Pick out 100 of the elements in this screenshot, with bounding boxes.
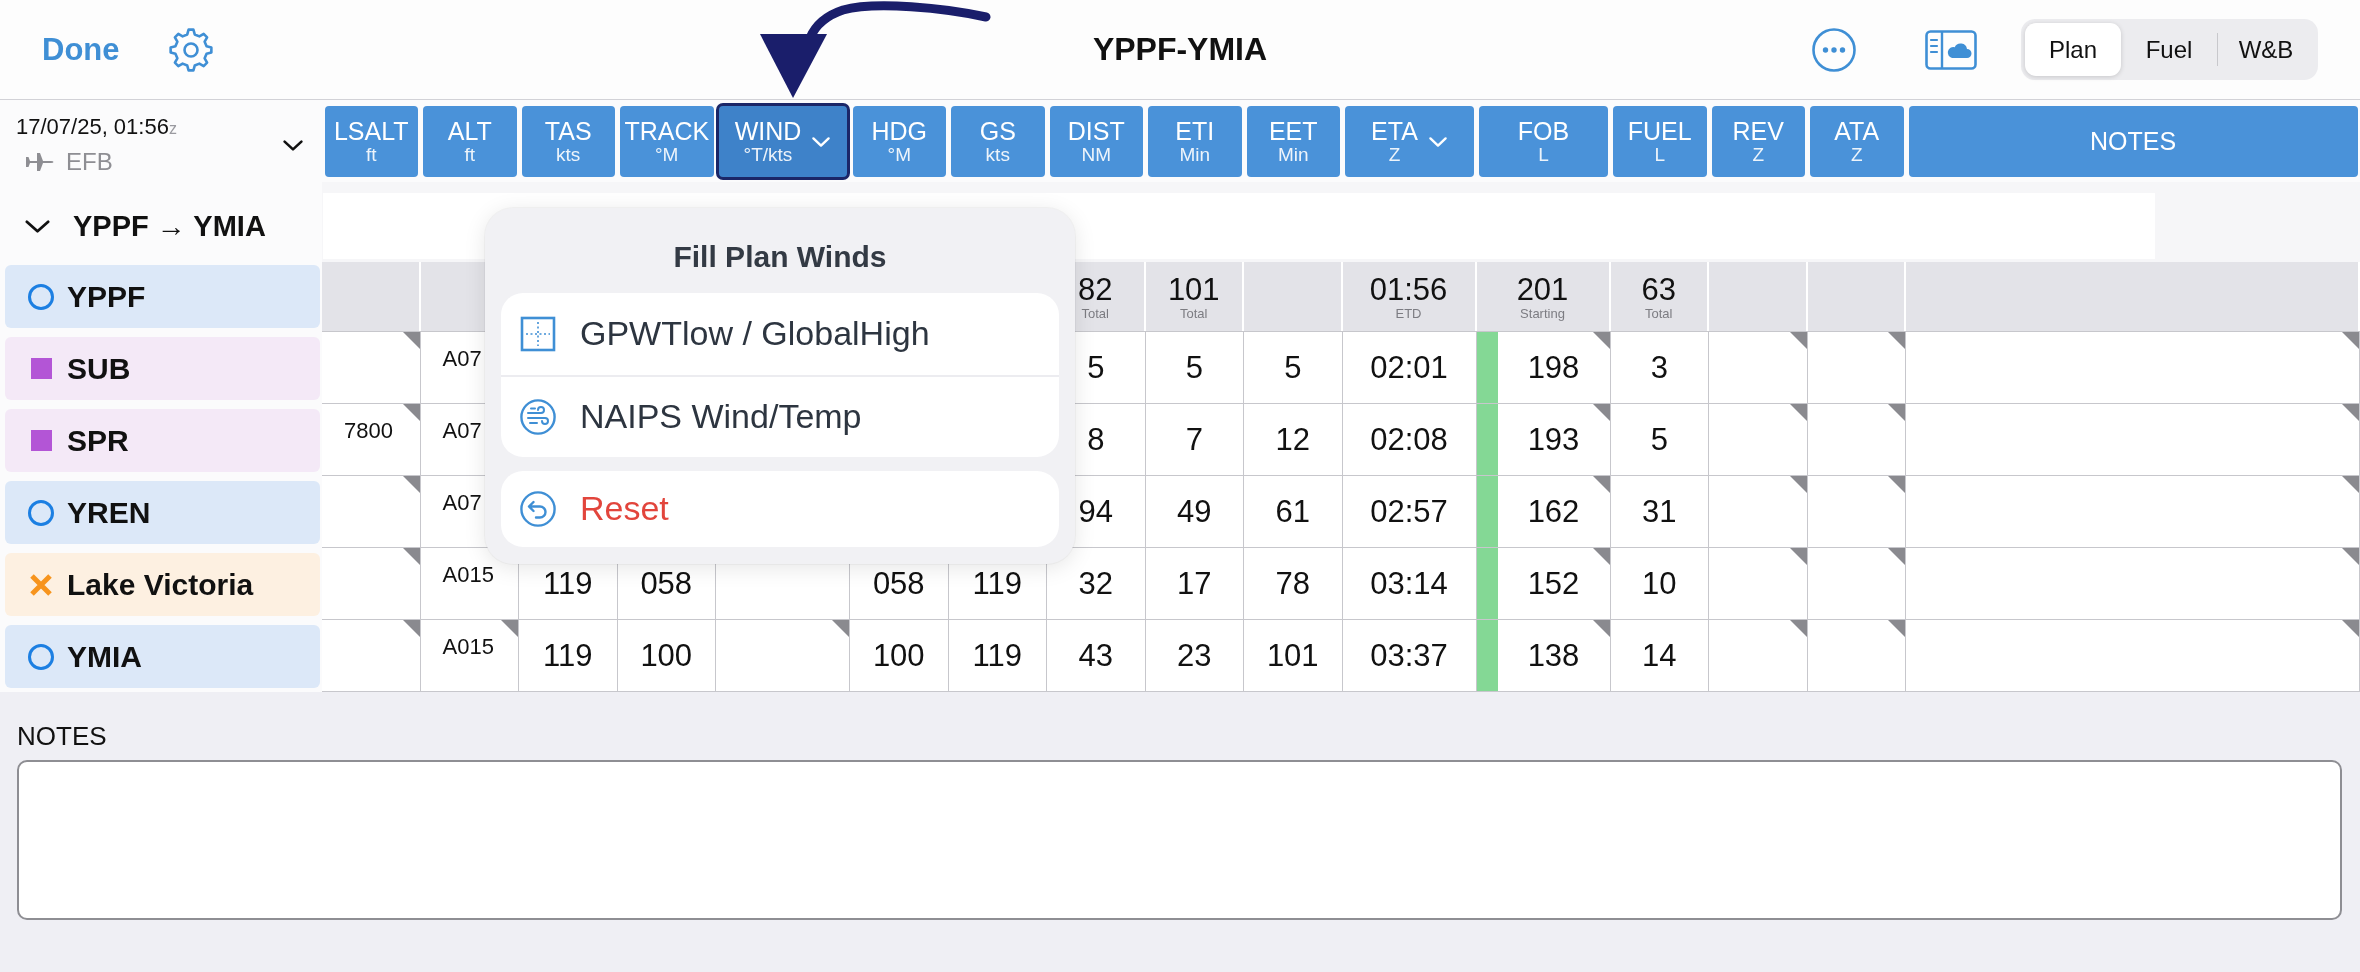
chevron-down-icon[interactable] [282,139,304,152]
waypoint-item[interactable]: Lake Victoria [5,553,320,616]
cell-value: 138 [1527,637,1580,674]
waypoint-item[interactable]: SPR [5,409,320,472]
column-header[interactable]: FOB L [1479,106,1608,177]
segment-tab[interactable]: W&B [2218,23,2314,76]
circle-icon [28,283,54,310]
ellipsis-icon[interactable] [1812,27,1856,72]
column-header[interactable]: FUEL L [1613,106,1707,177]
total-note: Total [1081,307,1109,322]
cell-value: 8 [1087,421,1105,458]
cell-value: 058 [640,565,693,602]
column-header[interactable]: ATA Z [1810,106,1904,177]
airplane-icon [24,152,54,172]
cell-value: 7800 [344,420,393,442]
column-header[interactable]: WIND °T/kts [716,103,850,180]
circle-icon [28,499,54,526]
segment-tab[interactable]: Fuel [2121,23,2217,76]
square-icon [30,358,52,379]
waypoint-item[interactable]: YREN [5,481,320,544]
settings-icon[interactable] [168,27,213,72]
cell-value: 101 [1266,637,1319,674]
cell-value: 119 [543,565,593,602]
total-note: Total [1180,307,1208,322]
total-value: 101 [1167,271,1220,308]
cell-value: 5 [1087,349,1105,386]
column-header[interactable]: LSALT ft [324,106,418,177]
grid-icon [520,315,556,352]
column-header[interactable]: EET Min [1246,106,1340,177]
column-header[interactable]: NOTES [1908,106,2358,177]
cell-value: 10 [1642,565,1677,602]
menu-item[interactable]: Reset [501,470,1059,547]
cross-icon [29,572,53,597]
cell-value: 198 [1527,349,1580,386]
column-header[interactable]: TRACK °M [620,106,714,177]
sidebar-cloud-icon[interactable] [1925,29,1977,70]
column-header[interactable]: REV Z [1711,106,1805,177]
cell-value: 32 [1078,565,1113,602]
cell-value: 7 [1185,421,1203,458]
cell-value: 61 [1275,493,1310,530]
total-note: Total [1645,307,1673,322]
time-zone-label: z [168,120,177,138]
total-note: ETD [1395,307,1422,322]
route-header[interactable]: YPPF → YMIA [0,182,266,262]
cell-value: 100 [872,637,925,674]
cell-value: 152 [1527,565,1580,602]
waypoint-item[interactable]: SUB [5,337,320,400]
cell-value: 193 [1527,421,1580,458]
cell-value: 119 [972,637,1022,674]
flight-plan-title: YPPF-YMIA [1092,31,1268,68]
cell-value: 119 [972,565,1022,602]
waypoint-item[interactable]: YMIA [5,625,320,688]
aircraft-label: EFB [66,148,113,176]
cell-value: 119 [543,637,593,674]
cell-value: 162 [1527,493,1580,530]
cell-value: A015 [442,636,494,658]
cell-value: 12 [1275,421,1310,458]
cell-value: A07 [442,420,482,442]
column-header[interactable]: HDG °M [852,106,946,177]
column-header[interactable]: DIST NM [1049,106,1143,177]
cell-value: A015 [442,564,494,586]
cell-value: 03:37 [1370,637,1448,674]
segment-tab[interactable]: Plan [2025,23,2121,76]
column-header[interactable]: ALT ft [423,106,517,177]
menu-title: Fill Plan Winds [673,240,887,275]
menu-item[interactable]: GPWTlow / GlobalHigh [501,292,1059,375]
column-header[interactable]: TAS kts [521,106,615,177]
done-button[interactable]: Done [42,31,120,68]
cell-value: 5 [1284,349,1302,386]
total-note: Starting [1520,307,1565,322]
wind-icon [520,398,556,435]
total-value: 201 [1516,271,1569,308]
column-header[interactable]: ETI Min [1148,106,1242,177]
total-value: 82 [1078,271,1113,308]
total-value: 63 [1641,271,1676,308]
cell-value: 49 [1177,493,1212,530]
cell-value: 31 [1642,493,1677,530]
cell-value: 5 [1650,421,1668,458]
cell-value: 78 [1275,565,1310,602]
circle-icon [28,643,54,670]
notes-field[interactable] [17,759,2342,920]
cell-value: 02:01 [1370,349,1448,386]
cell-value: 94 [1078,493,1113,530]
square-icon [30,430,52,451]
cell-value: 100 [640,637,693,674]
departure-time: 17/07/25, 01:56 [16,114,169,140]
cell-value: 058 [872,565,925,602]
cell-value: A07 [442,492,482,514]
notes-label: NOTES [17,722,107,752]
cell-value: 14 [1642,637,1677,674]
cell-value: 5 [1185,349,1203,386]
cell-value: 03:14 [1370,565,1448,602]
cell-value: 23 [1177,637,1212,674]
column-header[interactable]: GS kts [951,106,1045,177]
waypoint-item[interactable]: YPPF [5,265,320,328]
cell-value: 17 [1177,565,1212,602]
total-value: 01:56 [1369,271,1448,308]
undo-icon [520,490,556,527]
column-header[interactable]: ETA Z [1345,106,1474,177]
cell-value: 02:57 [1370,493,1448,530]
